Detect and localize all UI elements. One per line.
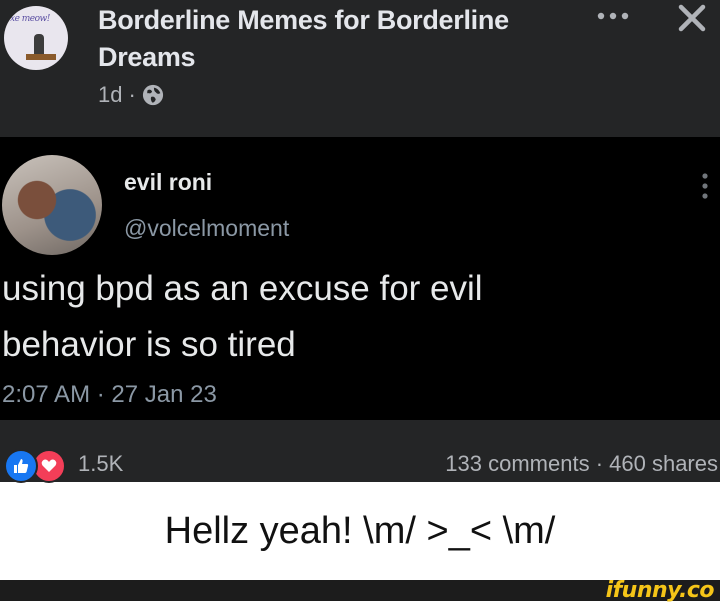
comments-shares-count[interactable]: 133 comments · 460 shares <box>445 451 718 477</box>
kebab-menu-icon <box>702 173 708 199</box>
tweet-card: evil roni @volcelmoment using bpd as an … <box>0 137 720 420</box>
post-meta: 1d · <box>98 80 164 110</box>
reaction-count[interactable]: 1.5K <box>78 451 123 477</box>
meme-caption: Hellz yeah! \m/ >_< \m/ <box>0 482 720 580</box>
more-horizontal-icon[interactable] <box>596 0 630 30</box>
tweet-text-line: using bpd as an excuse for evil <box>2 269 483 308</box>
post-time[interactable]: 1d <box>98 80 122 110</box>
tweet-timestamp: 2:07 AM · 27 Jan 23 <box>2 381 217 408</box>
like-icon[interactable] <box>4 449 38 483</box>
avatar-desk <box>26 54 56 60</box>
ifunny-watermark: ifunny.co <box>605 578 715 603</box>
tweet-text: using bpd as an excuse for evil behavior… <box>2 261 702 373</box>
tweet-handle: @volcelmoment <box>124 215 290 241</box>
meta-separator: · <box>128 82 136 107</box>
tweet-display-name: evil roni <box>124 169 213 195</box>
page-name[interactable]: Borderline Memes for Borderline Dreams <box>98 2 518 76</box>
close-icon[interactable] <box>676 2 708 34</box>
reactions-bar: 1.5K 133 comments · 460 shares <box>0 420 720 483</box>
avatar-scribble: xe meow! <box>10 14 50 24</box>
page-avatar[interactable]: xe meow! <box>4 6 68 70</box>
globe-icon <box>142 84 163 106</box>
tweet-avatar <box>2 155 102 255</box>
post-header: xe meow! Borderline Memes for Borderline… <box>0 0 720 137</box>
tweet-text-line: behavior is so tired <box>2 325 296 364</box>
